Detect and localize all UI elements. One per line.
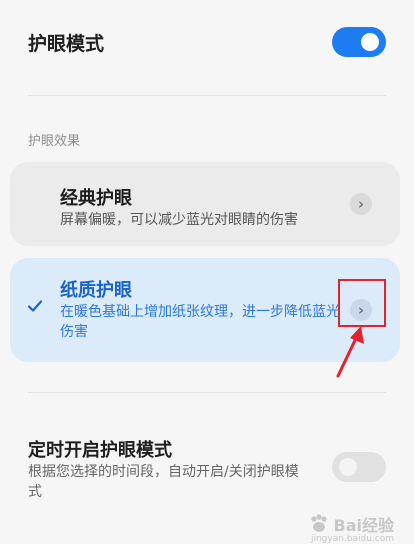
paw-icon [310,514,327,532]
eye-care-mode-toggle[interactable] [332,27,386,57]
section-label-eye-effect: 护眼效果 [28,134,81,149]
chevron-right-icon[interactable]: › [350,193,372,215]
divider [28,392,386,393]
watermark-url: jingyan.baidu.com [310,534,394,544]
checkmark-icon [27,300,43,312]
annotation-highlight-box [338,279,386,327]
schedule-description: 根据您选择的时间段，自动开启/关闭护眼模式 [28,464,299,500]
watermark-brand: Bai经验 [333,516,394,535]
divider [28,95,386,96]
option-description: 屏幕偏暖，可以减少蓝光对眼睛的伤害 [60,212,298,228]
option-description: 在暖色基础上增加纸张纹理，进一步降低蓝光伤害 [60,304,340,340]
schedule-toggle[interactable] [332,452,386,482]
option-classic-eye-care[interactable]: 经典护眼 屏幕偏暖，可以减少蓝光对眼睛的伤害 › [10,162,400,246]
eye-care-mode-row[interactable]: 护眼模式 [28,22,386,62]
eye-care-mode-title: 护眼模式 [28,32,105,55]
annotation-arrow-icon [336,326,364,378]
option-title: 经典护眼 [60,188,132,209]
toggle-knob [339,458,357,476]
option-title: 纸质护眼 [60,280,132,301]
schedule-title: 定时开启护眼模式 [28,440,172,461]
toggle-knob [361,33,379,51]
watermark: Bai经验 jingyan.baidu.com [308,512,394,544]
